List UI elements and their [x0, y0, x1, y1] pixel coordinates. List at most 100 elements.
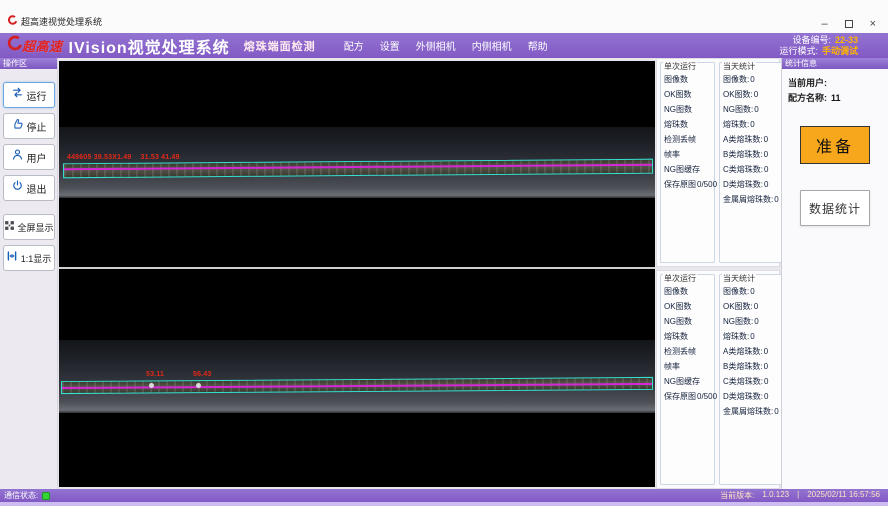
- comm-status-label: 通信状态:: [4, 490, 38, 501]
- device-number-value: 22-33: [835, 35, 858, 46]
- stat-row: NG图数: [664, 102, 711, 117]
- exit-button[interactable]: 退出: [3, 175, 55, 201]
- fullscreen-button[interactable]: 全屏显示: [3, 214, 55, 240]
- stat-row: 图像数:0: [723, 284, 779, 299]
- stat-row: A类熔珠数:0: [723, 132, 779, 147]
- menu-item-inner-camera[interactable]: 内侧相机: [472, 38, 512, 53]
- stat-row: 图像数:0: [723, 72, 779, 87]
- prepare-button[interactable]: 准备: [800, 126, 870, 164]
- operation-sidebar: 操作区 运行 停止: [0, 58, 58, 489]
- main-area: 操作区 运行 停止: [0, 58, 888, 489]
- info-panel-header: 统计信息: [782, 58, 888, 69]
- status-bar: 通信状态: 当前版本: 1.0.123 | 2025/02/11 16:57:5…: [0, 489, 888, 502]
- version-label: 当前版本:: [720, 490, 754, 501]
- stat-row: NG图缓存: [664, 162, 711, 177]
- stop-button-label: 停止: [27, 119, 47, 134]
- minimize-button[interactable]: –: [821, 19, 827, 29]
- exit-button-label: 退出: [27, 181, 47, 196]
- menu-item-recipe[interactable]: 配方: [344, 38, 364, 53]
- stat-row: B类熔珠数:0: [723, 359, 779, 374]
- app-header: 超高速 IVision视觉处理系统 熔珠端面检测 配方 设置 外侧相机 内侧相机…: [0, 33, 888, 58]
- stat-row: C类熔珠数:0: [723, 374, 779, 389]
- outer-camera-viewport[interactable]: 449605 39.53X1.4931.53 41.49: [59, 61, 655, 267]
- measurement-annotation: 53.11: [146, 371, 164, 378]
- comm-status-ok-indicator: [42, 492, 50, 500]
- stat-row: A类熔珠数:0: [723, 344, 779, 359]
- stat-row: NG图数:0: [723, 314, 779, 329]
- single-run-group: 单次运行 图像数 OK图数 NG图数: [660, 274, 715, 485]
- stat-row: 检测丢帧: [664, 344, 711, 359]
- stat-row: C类熔珠数:0: [723, 162, 779, 177]
- stat-row: 熔珠数: [664, 329, 711, 344]
- recipe-name-label: 配方名称:: [788, 91, 827, 106]
- version-value: 1.0.123: [762, 490, 789, 501]
- stat-row: NG图数: [664, 314, 711, 329]
- inner-camera-viewport[interactable]: 53.11 56.43: [59, 267, 655, 487]
- data-statistics-button[interactable]: 数据统计: [800, 190, 870, 226]
- brand-swoosh-icon: [6, 35, 22, 56]
- stat-row: OK图数:0: [723, 87, 779, 102]
- one-to-one-icon: [6, 249, 18, 267]
- single-run-title: 单次运行: [663, 274, 697, 283]
- menu-bar: 配方 设置 外侧相机 内侧相机 帮助: [344, 38, 548, 53]
- brand-logo: 超高速: [6, 35, 63, 56]
- measurement-annotation: 56.43: [193, 371, 212, 378]
- stat-row: 帧率: [664, 359, 711, 374]
- one-to-one-button[interactable]: 1:1显示: [3, 245, 55, 271]
- run-mode-label: 运行模式:: [779, 46, 818, 57]
- menu-item-outer-camera[interactable]: 外侧相机: [416, 38, 456, 53]
- user-icon: [11, 148, 24, 166]
- current-user-label: 当前用户:: [788, 76, 827, 91]
- stat-row: 图像数: [664, 284, 711, 299]
- menu-item-settings[interactable]: 设置: [380, 38, 400, 53]
- window-title: 超高速视觉处理系统: [21, 15, 102, 28]
- stat-row: OK图数:0: [723, 299, 779, 314]
- close-button[interactable]: ×: [870, 19, 876, 29]
- defect-blob: [149, 383, 154, 388]
- stat-row: 图像数: [664, 72, 711, 87]
- sidebar-header: 操作区: [0, 58, 57, 69]
- stat-row: 熔珠数:0: [723, 117, 779, 132]
- stat-row: 保存原图0/500: [664, 389, 711, 404]
- status-separator: |: [797, 490, 799, 501]
- viewport-column: 449605 39.53X1.4931.53 41.49 53.11 56.43: [59, 61, 655, 487]
- recipe-name-value: 11: [831, 91, 841, 106]
- defect-blob: [196, 383, 201, 388]
- status-datetime: 2025/02/11 16:57:56: [807, 490, 880, 501]
- daily-stats-group: 当天统计 图像数:0 OK图数:0 NG图数:0: [719, 274, 783, 485]
- user-button-label: 用户: [27, 150, 47, 165]
- power-icon: [11, 179, 24, 197]
- run-button-label: 运行: [27, 88, 47, 103]
- stop-hand-icon: [11, 117, 24, 135]
- stat-row: 保存原图0/500: [664, 177, 711, 192]
- stat-row: NG图数:0: [723, 102, 779, 117]
- stat-row: 检测丢帧: [664, 132, 711, 147]
- stat-row: 金属屑熔珠数:0: [723, 404, 779, 419]
- stats-panel-bottom: 单次运行 图像数 OK图数 NG图数: [656, 270, 780, 489]
- stat-row: 熔珠数: [664, 117, 711, 132]
- stat-row: 金属屑熔珠数:0: [723, 192, 779, 207]
- stat-row: 帧率: [664, 147, 711, 162]
- brand-text: 超高速: [22, 36, 63, 55]
- daily-stats-title: 当天统计: [722, 62, 756, 71]
- info-panel: 统计信息 当前用户: 配方名称: 11 准备 数据统计: [781, 58, 888, 489]
- device-info-block: 设备编号: 22-33 运行模式: 手动调试: [779, 35, 858, 57]
- stat-row: OK图数: [664, 299, 711, 314]
- one-to-one-button-label: 1:1显示: [21, 252, 52, 265]
- statistics-column: 单次运行 图像数 OK图数 NG图数: [656, 58, 780, 489]
- stat-row: D类熔珠数:0: [723, 177, 779, 192]
- run-button[interactable]: 运行: [3, 82, 55, 108]
- app-logo-icon: [7, 12, 17, 30]
- menu-item-help[interactable]: 帮助: [528, 38, 548, 53]
- stat-row: B类熔珠数:0: [723, 147, 779, 162]
- fullscreen-button-label: 全屏显示: [18, 221, 54, 234]
- single-run-title: 单次运行: [663, 62, 697, 71]
- device-number-label: 设备编号:: [792, 35, 831, 46]
- maximize-button[interactable]: [845, 20, 853, 28]
- measurement-annotation: 449605 39.53X1.4931.53 41.49: [67, 154, 180, 161]
- stat-row: D类熔珠数:0: [723, 389, 779, 404]
- stop-button[interactable]: 停止: [3, 113, 55, 139]
- user-button[interactable]: 用户: [3, 144, 55, 170]
- daily-stats-group: 当天统计 图像数:0 OK图数:0 NG图数:0: [719, 62, 783, 263]
- stats-panel-top: 单次运行 图像数 OK图数 NG图数: [656, 58, 780, 267]
